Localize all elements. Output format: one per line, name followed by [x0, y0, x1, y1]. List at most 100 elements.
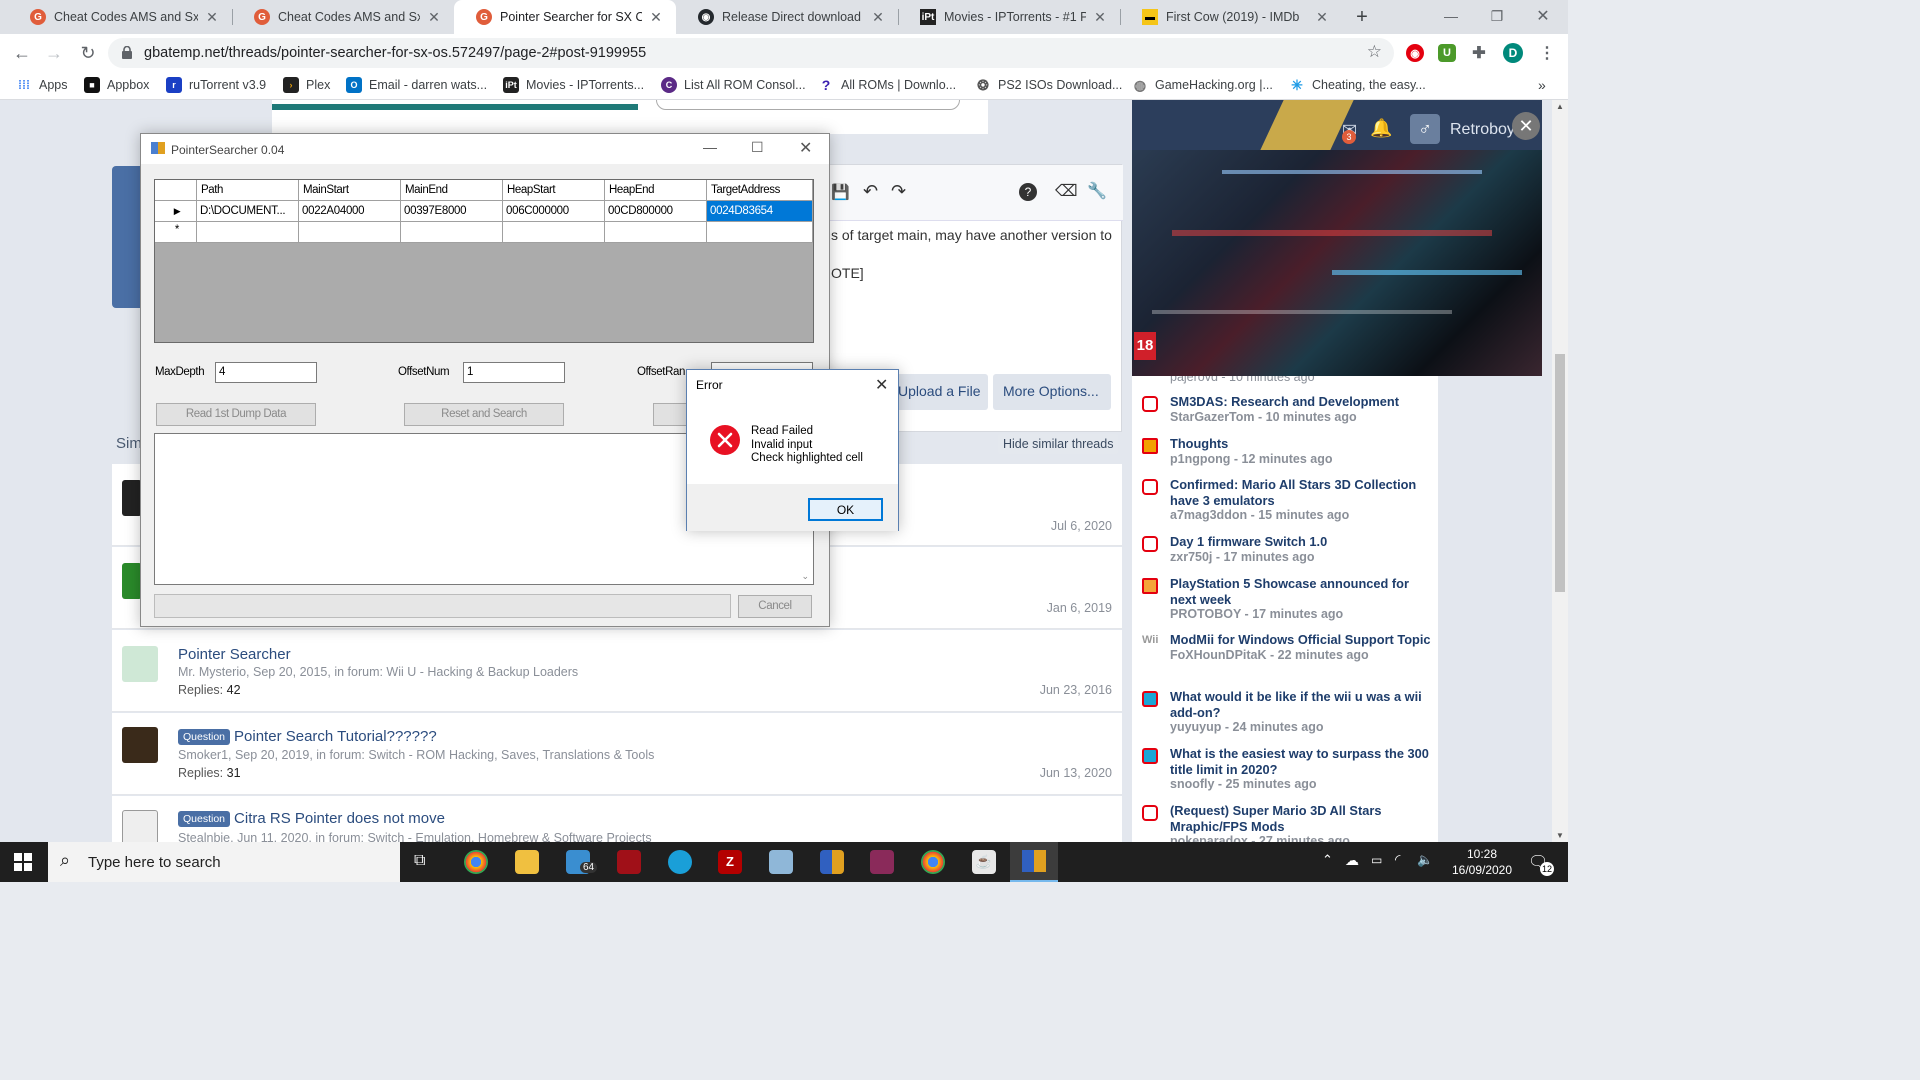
maximize-icon[interactable]: ☐: [751, 139, 764, 156]
new-row-cell[interactable]: [503, 222, 605, 243]
new-row-cell[interactable]: [197, 222, 299, 243]
thread-row[interactable]: Question Citra RS Pointer does not move S…: [112, 796, 1122, 842]
close-tab-icon[interactable]: ✕: [204, 9, 220, 26]
close-tab-icon[interactable]: ✕: [1314, 9, 1330, 26]
pointer-searcher-taskbar-item[interactable]: [1010, 842, 1058, 882]
browser-tab[interactable]: ◉ Release Direct download poi ✕: [676, 0, 898, 34]
scroll-down-icon[interactable]: ▼: [1556, 831, 1564, 840]
bookmark-ps2-isos[interactable]: ❂ PS2 ISOs Download...: [975, 77, 1122, 93]
bookmark-rutorrent[interactable]: r ruTorrent v3.9: [166, 77, 266, 93]
read-first-dump-button[interactable]: Read 1st Dump Data: [156, 403, 316, 426]
close-tab-icon[interactable]: ✕: [1092, 9, 1108, 26]
redo-icon[interactable]: ↷: [891, 181, 906, 202]
app-red-icon[interactable]: [617, 850, 641, 874]
new-row-cell[interactable]: [401, 222, 503, 243]
wrench-icon[interactable]: 🔧: [1087, 181, 1107, 201]
scroll-up-icon[interactable]: ▲: [1556, 102, 1564, 111]
row-selector-icon[interactable]: ▶: [155, 201, 197, 222]
chrome-menu-icon[interactable]: ⋮: [1538, 44, 1556, 62]
sidebar-thread-title[interactable]: ModMii for Windows Official Support Topi…: [1170, 632, 1434, 663]
browser-tab[interactable]: ▬ First Cow (2019) - IMDb ✕: [1120, 0, 1342, 34]
profile-avatar[interactable]: D: [1503, 43, 1523, 63]
close-window-icon[interactable]: ✕: [1520, 0, 1566, 32]
minimize-window-icon[interactable]: —: [1428, 0, 1474, 32]
upload-file-button[interactable]: Upload a File: [894, 374, 988, 410]
column-header-heapend[interactable]: HeapEnd: [605, 180, 707, 201]
bookmark-gamehacking[interactable]: ◍ GameHacking.org |...: [1132, 77, 1273, 93]
bookmark-email[interactable]: O Email - darren wats...: [346, 77, 487, 93]
user-avatar-icon[interactable]: ♂: [1410, 114, 1440, 144]
undo-icon[interactable]: ↶: [863, 181, 878, 202]
new-row-cell[interactable]: [299, 222, 401, 243]
column-header-heapstart[interactable]: HeapStart: [503, 180, 605, 201]
column-header-targetaddress[interactable]: TargetAddress: [707, 180, 813, 201]
thread-title[interactable]: Pointer Searcher: [178, 646, 291, 663]
bookmark-star-icon[interactable]: ☆: [1367, 42, 1382, 62]
video-player[interactable]: ✉ 3 🔔 ♂ Retroboy ✕ 18: [1132, 100, 1542, 376]
search-pill[interactable]: [656, 100, 960, 110]
forward-icon[interactable]: →: [42, 41, 66, 65]
browser-tab[interactable]: G Cheat Codes AMS and Sx Os ✕: [232, 0, 454, 34]
bookmark-plex[interactable]: › Plex: [283, 77, 330, 93]
reload-icon[interactable]: ↻: [76, 41, 100, 65]
hide-similar-threads-link[interactable]: Hide similar threads: [998, 434, 1119, 454]
reset-and-search-button[interactable]: Reset and Search: [404, 403, 564, 426]
post-text[interactable]: s of target main, may have another versi…: [831, 227, 1112, 243]
bookmark-appbox[interactable]: ■ Appbox: [84, 77, 149, 93]
app-window-icon[interactable]: [820, 850, 844, 874]
minimize-icon[interactable]: —: [703, 139, 717, 155]
browser-tab[interactable]: iPt Movies - IPTorrents - #1 Priv ✕: [898, 0, 1120, 34]
thread-row[interactable]: Pointer Searcher Mr. Mysterio, Sep 20, 2…: [112, 630, 1122, 712]
cell-mainend[interactable]: 00397E8000: [401, 201, 503, 222]
java-icon[interactable]: ☕: [972, 850, 996, 874]
cell-targetaddress-selected[interactable]: 0024D83654: [707, 201, 813, 222]
cell-mainstart[interactable]: 0022A04000: [299, 201, 401, 222]
windows-start-icon[interactable]: [14, 853, 32, 871]
clock[interactable]: 10:28 16/09/2020: [1442, 846, 1522, 878]
close-dialog-icon[interactable]: ✕: [875, 375, 888, 395]
eraser-icon[interactable]: ⌫: [1055, 181, 1078, 201]
column-header-path[interactable]: Path: [197, 180, 299, 201]
new-row-marker[interactable]: *: [155, 222, 197, 243]
wifi-icon[interactable]: ◜: [1395, 851, 1400, 868]
bookmark-cheating[interactable]: ✳ Cheating, the easy...: [1289, 77, 1426, 93]
dump-data-grid[interactable]: Path MainStart MainEnd HeapStart HeapEnd…: [154, 179, 814, 343]
sidebar-thread-title[interactable]: Confirmed: Mario All Stars 3D Collection…: [1170, 477, 1434, 524]
sidebar-thread-title[interactable]: What would it be like if the wii u was a…: [1170, 689, 1434, 736]
browser-tab[interactable]: G Cheat Codes AMS and Sx Os ✕: [8, 0, 232, 34]
cell-heapend[interactable]: 00CD800000: [605, 201, 707, 222]
close-tab-icon[interactable]: ✕: [426, 9, 442, 26]
column-header-mainstart[interactable]: MainStart: [299, 180, 401, 201]
back-icon[interactable]: ←: [10, 41, 34, 65]
onedrive-icon[interactable]: ☁: [1345, 852, 1359, 869]
u-extension-icon[interactable]: U: [1438, 44, 1456, 62]
bookmark-apps[interactable]: ⁞⁞⁞ Apps: [16, 77, 68, 93]
ublock-extension-icon[interactable]: ◉: [1406, 44, 1424, 62]
volume-icon[interactable]: 🔈: [1417, 852, 1433, 868]
thread-title[interactable]: Question Citra RS Pointer does not move: [178, 810, 445, 828]
bell-icon[interactable]: 🔔: [1370, 118, 1392, 139]
restore-window-icon[interactable]: ❐: [1474, 0, 1520, 32]
help-icon[interactable]: ?: [1019, 183, 1037, 201]
task-view-icon[interactable]: ⧉: [414, 852, 425, 870]
edge-icon[interactable]: [668, 850, 692, 874]
bookmark-iptorrents[interactable]: iPt Movies - IPTorrents...: [503, 77, 644, 93]
cell-path[interactable]: D:\DOCUMENT...: [197, 201, 299, 222]
sidebar-thread-title[interactable]: Day 1 firmware Switch 1.0 zxr750j - 17 mi…: [1170, 534, 1434, 565]
file-explorer-icon[interactable]: [515, 850, 539, 874]
sidebar-thread-title[interactable]: (Request) Super Mario 3D All Stars Mraph…: [1170, 803, 1434, 842]
show-hidden-icons-icon[interactable]: ⌃: [1322, 852, 1333, 868]
close-tab-icon[interactable]: ✕: [870, 9, 886, 26]
thread-title[interactable]: Question Pointer Search Tutorial??????: [178, 728, 437, 746]
thread-row[interactable]: Question Pointer Search Tutorial?????? Sm…: [112, 713, 1122, 795]
new-row-cell[interactable]: [605, 222, 707, 243]
window-titlebar[interactable]: PointerSearcher 0.04 — ☐ ✕: [141, 134, 829, 164]
sidebar-thread-title[interactable]: What is the easiest way to surpass the 3…: [1170, 746, 1434, 793]
close-icon[interactable]: ✕: [799, 138, 812, 158]
taskbar-search-box[interactable]: ⌕ Type here to search: [48, 842, 400, 882]
cancel-button[interactable]: Cancel: [738, 595, 812, 618]
page-scrollbar[interactable]: ▲ ▼: [1552, 100, 1568, 842]
address-bar[interactable]: gbatemp.net/threads/pointer-searcher-for…: [108, 38, 1394, 68]
scrollbar-thumb[interactable]: [1555, 354, 1565, 592]
max-depth-input[interactable]: 4: [215, 362, 317, 383]
